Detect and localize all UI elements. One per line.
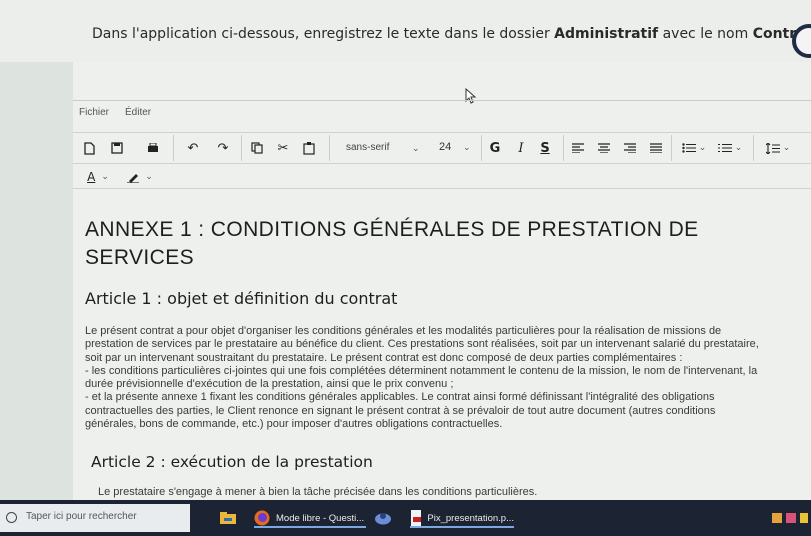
align-center-button[interactable]: [597, 138, 611, 158]
toolbar-separator: [481, 135, 482, 161]
align-center-icon: [598, 143, 610, 153]
article-2-heading: Article 2 : exécution de la prestation: [91, 453, 373, 471]
firefox-icon: [254, 510, 270, 526]
instruction-text: Dans l'application ci-dessous, enregistr…: [92, 26, 811, 42]
paragraph-line: générales, bons de commande, etc.) pour …: [85, 418, 503, 431]
line-spacing-button[interactable]: ⌄: [761, 138, 795, 158]
copy-icon: [251, 142, 263, 154]
font-size-select[interactable]: 24 ⌄: [433, 138, 477, 158]
tray-icon: [786, 513, 796, 523]
article-2-body: Le prestataire s'engage à mener à bien l…: [98, 486, 538, 498]
bold-button[interactable]: G: [487, 138, 503, 158]
undo-button[interactable]: ↶: [185, 138, 201, 158]
align-left-button[interactable]: [571, 138, 585, 158]
paste-icon: [303, 141, 315, 155]
app-icon: [375, 513, 391, 525]
print-icon: [148, 142, 158, 152]
underline-button[interactable]: S: [537, 138, 553, 158]
new-document-button[interactable]: [81, 138, 97, 158]
active-indicator: [254, 526, 366, 528]
document-title: ANNEXE 1 : CONDITIONS GÉNÉRALES DE PREST…: [85, 218, 699, 269]
align-justify-icon: [650, 143, 662, 153]
color-toolbar: A ⌄ ⌄: [73, 162, 811, 189]
highlighter-icon: [127, 174, 140, 183]
paste-button[interactable]: [301, 138, 317, 158]
taskbar: Taper ici pour rechercher Mode libre - Q…: [0, 500, 811, 536]
text-color-icon: A: [87, 170, 96, 184]
chevron-down-icon: ⌄: [463, 142, 471, 152]
formatting-toolbar: ↶ ↷ ✂ sans-serif ⌄ 24 ⌄ G I S ⌄ ⌄ ⌄: [73, 132, 811, 164]
file-explorer-button[interactable]: [220, 508, 236, 528]
line-spacing-icon: [765, 142, 780, 154]
paragraph-line: contractuelles des parties, le Client re…: [85, 404, 716, 417]
paragraph-line: durée prévisionnelle d'exécution de la p…: [85, 378, 454, 391]
save-button[interactable]: [109, 138, 125, 158]
tray-icon: [800, 513, 808, 523]
chevron-down-icon: ⌄: [782, 143, 791, 153]
toolbar-separator: [173, 135, 174, 161]
taskbar-app-generic[interactable]: [374, 508, 392, 528]
taskbar-app-questionnaire[interactable]: Mode libre - Questi...: [254, 508, 366, 528]
taskbar-app-presentation[interactable]: Pix_presentation.p...: [410, 508, 514, 528]
align-right-icon: [624, 143, 636, 153]
undo-icon: ↶: [187, 140, 199, 156]
cut-button[interactable]: ✂: [275, 138, 291, 158]
pdf-icon: [411, 510, 422, 526]
align-right-button[interactable]: [623, 138, 637, 158]
bullet-list-button[interactable]: ⌄: [679, 138, 709, 158]
chevron-down-icon: ⌄: [734, 143, 743, 153]
instruction-banner: Dans l'application ci-dessous, enregistr…: [0, 0, 811, 62]
new-document-icon: [83, 141, 95, 155]
toolbar-separator: [241, 135, 242, 161]
chevron-down-icon: ⌄: [101, 172, 109, 182]
italic-button[interactable]: I: [513, 138, 529, 158]
redo-icon: ↷: [217, 140, 229, 156]
paragraph-line: - et la présente annexe 1 fixant les con…: [85, 391, 715, 404]
tray-icon: [772, 513, 782, 523]
numbered-list-icon: [717, 143, 732, 153]
print-button[interactable]: [145, 138, 161, 158]
paragraph-line: Le présent contrat a pour objet d'organi…: [85, 325, 722, 337]
toolbar-separator: [671, 135, 672, 161]
font-family-select[interactable]: sans-serif ⌄: [338, 138, 426, 158]
text-color-button[interactable]: A ⌄: [81, 167, 115, 187]
search-placeholder: Taper ici pour rechercher: [26, 511, 137, 522]
menu-bar: Fichier Éditer: [73, 100, 811, 125]
menu-file[interactable]: Fichier: [79, 107, 109, 118]
numbered-list-button[interactable]: ⌄: [715, 138, 745, 158]
bullet-list-icon: [682, 143, 696, 153]
copy-button[interactable]: [249, 138, 265, 158]
save-icon: [111, 142, 123, 154]
toolbar-separator: [329, 135, 330, 161]
search-icon: [6, 512, 17, 523]
highlight-color-button[interactable]: ⌄: [123, 167, 157, 187]
scissors-icon: ✂: [277, 140, 289, 156]
taskbar-search[interactable]: Taper ici pour rechercher: [0, 504, 190, 532]
menu-edit[interactable]: Éditer: [125, 107, 151, 118]
folder-icon: [220, 512, 236, 524]
redo-button[interactable]: ↷: [215, 138, 231, 158]
toolbar-separator: [753, 135, 754, 161]
paragraph-line: - les conditions particulières ci-jointe…: [85, 364, 758, 377]
align-left-icon: [572, 143, 584, 153]
article-1-body: Le présent contrat a pour objet d'organi…: [85, 325, 811, 431]
system-tray[interactable]: [772, 508, 808, 528]
chevron-down-icon: ⌄: [145, 172, 153, 182]
chevron-down-icon: ⌄: [698, 143, 707, 153]
instruction-folder: Administratif: [554, 26, 659, 42]
paragraph-line: soit par un intervenant soustraitant du …: [85, 351, 683, 364]
chevron-down-icon: ⌄: [412, 143, 420, 153]
align-justify-button[interactable]: [649, 138, 663, 158]
article-1-heading: Article 1 : objet et définition du contr…: [85, 289, 398, 308]
active-indicator: [410, 526, 514, 528]
paragraph-line: prestation de services par le prestatair…: [85, 338, 759, 351]
toolbar-separator: [563, 135, 564, 161]
text-editor: Fichier Éditer ↶ ↷ ✂ sans-serif ⌄ 24 ⌄ G…: [73, 62, 811, 500]
